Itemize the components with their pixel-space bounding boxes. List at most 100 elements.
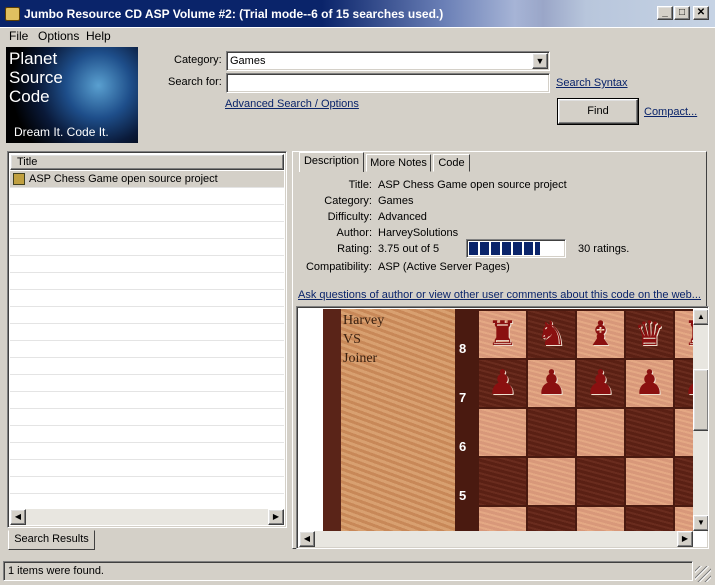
column-header-title[interactable]: Title [10,154,284,170]
menu-help[interactable]: Help [86,28,111,45]
board-square[interactable] [626,409,673,456]
compact-link[interactable]: Compact... [644,106,697,118]
code-preview-pane[interactable]: Harvey VS Joiner 8 7 6 5 ♜♞♝♛♜♟♟♟♟♟ ▲ ▼ … [296,306,709,549]
pawn-piece-icon[interactable]: ♟ [577,364,624,402]
author-value: HarveySolutions [378,227,459,239]
list-row-empty [10,460,284,477]
list-row-empty [10,324,284,341]
list-row-empty [10,273,284,290]
rank-label-6: 6 [459,439,467,454]
board-square[interactable] [675,507,693,531]
list-row-empty [10,426,284,443]
rook-piece-icon[interactable]: ♜ [479,315,526,353]
board-square[interactable]: ♟ [675,360,693,407]
advanced-search-link[interactable]: Advanced Search / Options [225,98,359,110]
preview-vscrollbar[interactable]: ▲ ▼ [693,309,708,531]
rating-label: Rating: [337,243,372,255]
board-square[interactable] [626,458,673,505]
scroll-up-icon[interactable]: ▲ [693,309,708,325]
ask-questions-link[interactable]: Ask questions of author or view other us… [298,289,701,301]
search-syntax-link[interactable]: Search Syntax [556,77,628,89]
list-item[interactable]: ASP Chess Game open source project [10,171,284,188]
board-square[interactable] [626,507,673,531]
scroll-down-icon[interactable]: ▼ [693,515,708,531]
knight-piece-icon[interactable]: ♞ [528,315,575,353]
results-hscrollbar[interactable]: ◀ ▶ [10,509,284,525]
search-for-label: Search for: [168,76,222,88]
logo-tagline: Dream It. Code It. [14,125,109,139]
rook-piece-icon[interactable]: ♜ [675,315,693,353]
board-square[interactable]: ♟ [479,360,526,407]
player-1-name: Harvey [343,313,385,328]
board-square[interactable] [479,507,526,531]
board-square[interactable] [528,458,575,505]
queen-piece-icon[interactable]: ♛ [626,315,673,353]
category-detail-value: Games [378,195,414,207]
list-row-empty [10,307,284,324]
board-square[interactable]: ♟ [528,360,575,407]
board-square[interactable] [528,507,575,531]
app-icon[interactable] [5,7,20,21]
board-square[interactable]: ♜ [675,311,693,358]
menu-file[interactable]: File [9,28,28,45]
resize-grip-icon[interactable] [695,566,711,582]
list-row-empty [10,477,284,494]
board-square[interactable] [675,409,693,456]
status-bar: 1 items were found. [3,561,693,581]
board-square[interactable] [577,409,624,456]
board-square[interactable]: ♞ [528,311,575,358]
list-row-empty [10,358,284,375]
tab-code[interactable]: Code [433,154,470,172]
category-select[interactable]: Games ▼ [226,51,550,71]
pawn-piece-icon[interactable]: ♟ [528,364,575,402]
minimize-button[interactable]: _ [657,6,673,20]
board-square[interactable] [577,458,624,505]
list-row-empty [10,222,284,239]
pawn-piece-icon[interactable]: ♟ [626,364,673,402]
close-button[interactable]: ✕ [693,6,709,20]
board-square[interactable] [528,409,575,456]
compatibility-label: Compatibility: [305,261,372,273]
menu-options[interactable]: Options [38,28,79,45]
tab-search-results[interactable]: Search Results [8,530,95,550]
pawn-piece-icon[interactable]: ♟ [479,364,526,402]
list-item-label: ASP Chess Game open source project [29,173,218,185]
scroll-right-icon[interactable]: ▶ [268,509,284,525]
list-row-empty [10,409,284,426]
results-list[interactable]: Title ASP Chess Game open source project… [7,151,287,528]
category-label: Category: [174,54,222,66]
board-square[interactable]: ♟ [577,360,624,407]
title-bar[interactable]: Jumbo Resource CD ASP Volume #2: (Trial … [0,0,715,28]
menu-bar: File Options Help [0,28,715,45]
board-square[interactable]: ♟ [626,360,673,407]
pawn-piece-icon[interactable]: ♟ [675,364,693,402]
bishop-piece-icon[interactable]: ♝ [577,315,624,353]
scroll-left-icon[interactable]: ◀ [10,509,26,525]
board-square[interactable]: ♜ [479,311,526,358]
maximize-button[interactable]: □ [674,6,690,20]
author-label: Author: [336,227,372,239]
list-row-empty [10,375,284,392]
board-square[interactable]: ♝ [577,311,624,358]
board-square[interactable] [675,458,693,505]
chevron-down-icon[interactable]: ▼ [532,53,548,69]
search-input[interactable] [226,73,550,93]
chess-board[interactable]: ♜♞♝♛♜♟♟♟♟♟ [477,309,693,531]
board-square[interactable] [577,507,624,531]
window-title: Jumbo Resource CD ASP Volume #2: (Trial … [24,7,444,21]
tab-description[interactable]: Description [299,152,364,172]
board-square[interactable]: ♛ [626,311,673,358]
scroll-thumb[interactable] [693,369,708,431]
scroll-left-icon[interactable]: ◀ [299,531,315,547]
title-label: Title: [348,179,372,191]
board-frame-left [323,309,341,531]
find-button[interactable]: Find [557,98,639,125]
tab-more-notes[interactable]: More Notes [366,154,431,172]
rating-bar-fill [469,242,540,255]
preview-hscrollbar[interactable]: ◀ ▶ [299,531,693,547]
board-square[interactable] [479,409,526,456]
logo-line-2: Source [9,68,63,87]
rating-bar [466,239,566,258]
board-square[interactable] [479,458,526,505]
scroll-right-icon[interactable]: ▶ [677,531,693,547]
